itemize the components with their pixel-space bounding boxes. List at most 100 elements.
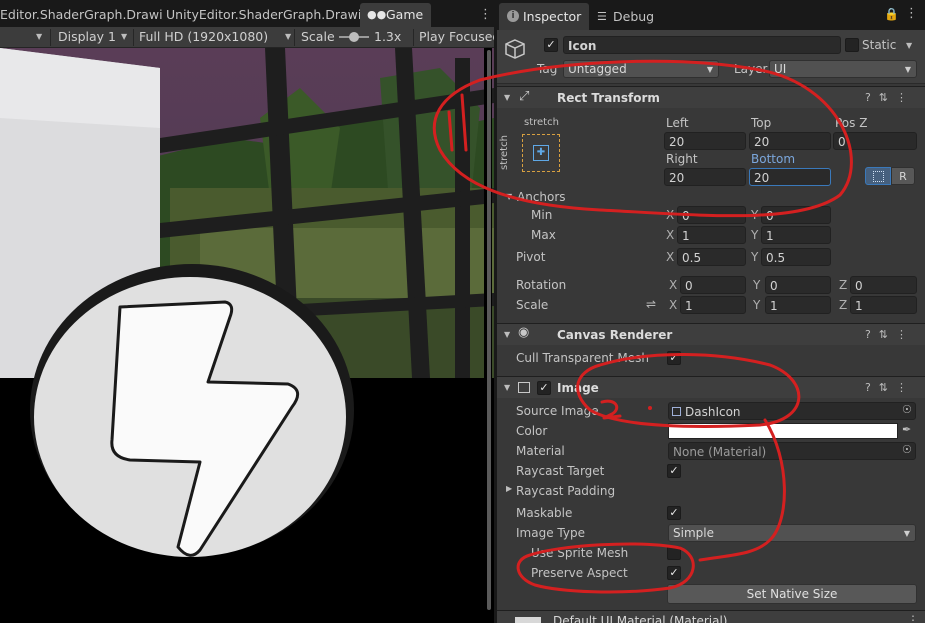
max-x-axis: X (666, 228, 675, 242)
scale-x-field[interactable]: 1 (680, 296, 746, 314)
raycast-padding-label[interactable]: Raycast Padding (516, 482, 615, 500)
top-label: Top (751, 116, 772, 130)
raycast-target-label: Raycast Target (516, 464, 605, 478)
gamepad-icon: ●● (367, 8, 387, 21)
rotation-z-axis: Z (839, 278, 848, 292)
tag-label: Tag (537, 62, 558, 76)
maskable-checkbox[interactable]: ✓ (667, 506, 681, 520)
scale-slider-thumb[interactable] (349, 32, 359, 42)
object-name-field[interactable]: Icon (563, 36, 841, 54)
rotation-y-field[interactable]: 0 (765, 276, 831, 294)
lock-icon[interactable]: 🔒 (884, 7, 899, 21)
foldout-arrow-icon[interactable]: ▼ (504, 324, 510, 346)
scale-slider[interactable] (339, 32, 369, 42)
anchor-preset-button[interactable]: ✚ (522, 134, 560, 172)
min-x-field[interactable]: 0 (677, 206, 746, 224)
use-sprite-mesh-label: Use Sprite Mesh (531, 546, 629, 560)
rotation-label: Rotation (516, 278, 567, 292)
canvas-renderer-title: Canvas Renderer (557, 328, 673, 342)
material-preview-header[interactable]: Default UI Material (Material) ⋮ (497, 610, 925, 623)
color-swatch[interactable] (668, 423, 898, 439)
blueprint-mode-button[interactable] (865, 167, 891, 185)
tag-value: Untagged (568, 62, 627, 76)
right-label: Right (666, 152, 698, 166)
image-icon (518, 382, 530, 393)
material-field[interactable]: None (Material) (668, 442, 916, 460)
chevron-down-icon[interactable]: ▼ (36, 27, 42, 47)
object-picker-icon[interactable]: ☉ (902, 443, 912, 456)
cull-transparent-mesh-checkbox[interactable]: ✓ (667, 351, 681, 365)
set-native-size-button[interactable]: Set Native Size (667, 584, 917, 604)
max-y-field[interactable]: 1 (761, 226, 831, 244)
component-header-icons[interactable]: ?⇅⋮ (865, 87, 915, 109)
layer-label: Layer (734, 62, 768, 76)
scale-z-field[interactable]: 1 (850, 296, 917, 314)
image-type-dropdown[interactable]: Simple ▼ (668, 524, 916, 542)
component-header-icons[interactable]: ?⇅⋮ (865, 377, 915, 399)
top-field[interactable]: 20 (749, 132, 831, 150)
maskable-label: Maskable (516, 506, 573, 520)
rotation-z-field[interactable]: 0 (850, 276, 917, 294)
left-field[interactable]: 20 (664, 132, 746, 150)
foldout-arrow-icon[interactable]: ▼ (504, 377, 510, 399)
left-label: Left (666, 116, 689, 130)
anchors-foldout-icon[interactable]: ▼ (506, 186, 512, 208)
rect-transform-header[interactable]: ▼ ⤢ Rect Transform ?⇅⋮ (497, 86, 925, 108)
raycast-padding-foldout-icon[interactable]: ▶ (506, 478, 512, 500)
rotation-x-field[interactable]: 0 (680, 276, 746, 294)
layer-dropdown[interactable]: UI ▼ (769, 60, 917, 78)
gameobject-header: ✓ Icon Static ▼ Tag Untagged ▼ Layer UI ▼ (497, 30, 925, 84)
inspector-menu-kebab-icon[interactable]: ⋮ (905, 6, 918, 21)
canvas-renderer-header[interactable]: ▼ ◉ Canvas Renderer ?⇅⋮ (497, 323, 925, 345)
raw-edit-button[interactable]: R (891, 167, 915, 185)
chevron-down-icon[interactable]: ▼ (906, 41, 912, 50)
info-icon: i (507, 10, 519, 22)
chevron-down-icon[interactable]: ▼ (285, 27, 291, 47)
tag-dropdown[interactable]: Untagged ▼ (563, 60, 719, 78)
play-focused-dropdown[interactable]: Play Focused (419, 27, 500, 47)
material-menu-kebab-icon[interactable]: ⋮ (907, 613, 919, 623)
static-checkbox[interactable] (845, 38, 859, 52)
pivot-x-field[interactable]: 0.5 (677, 248, 746, 266)
cube-icon (505, 39, 525, 59)
image-component-header[interactable]: ▼ ✓ Image ?⇅⋮ (497, 376, 925, 398)
source-image-field[interactable]: DashIcon (668, 402, 916, 420)
foldout-arrow-icon[interactable]: ▼ (504, 87, 510, 109)
color-label: Color (516, 424, 548, 438)
eyedropper-icon[interactable]: ✒ (902, 423, 911, 436)
constrain-proportions-icon[interactable]: ⇌ (646, 297, 656, 311)
image-enabled-checkbox[interactable]: ✓ (537, 381, 551, 395)
posz-field[interactable]: 0 (833, 132, 917, 150)
resolution-dropdown[interactable]: Full HD (1920x1080) (139, 27, 268, 47)
display-dropdown[interactable]: Display 1 (58, 27, 116, 47)
use-sprite-mesh-checkbox[interactable] (667, 546, 681, 560)
image-title: Image (557, 381, 599, 395)
material-sphere-icon (515, 617, 541, 623)
scale-value: 1.3x (374, 29, 402, 44)
game-view-scrollbar-thumb[interactable] (487, 50, 491, 610)
game-menu-kebab-icon[interactable]: ⋮ (479, 7, 492, 22)
tab-game-label: Game (386, 7, 424, 22)
scale-y-field[interactable]: 1 (765, 296, 831, 314)
tab-debug[interactable]: ☰ Debug (589, 3, 662, 30)
component-header-icons[interactable]: ?⇅⋮ (865, 324, 915, 346)
material-name: Default UI Material (Material) (553, 614, 728, 623)
tab-inspector[interactable]: i Inspector (499, 3, 590, 30)
tab-shadergraph-2[interactable]: UnityEditor.ShaderGraph.Drawi (158, 3, 369, 27)
tab-shadergraph-1[interactable]: Editor.ShaderGraph.Drawi (0, 3, 171, 27)
preserve-aspect-checkbox[interactable]: ✓ (667, 566, 681, 580)
bottom-field[interactable]: 20 (749, 168, 831, 186)
toolbar-separator (294, 29, 295, 46)
anchors-label[interactable]: Anchors (517, 188, 566, 206)
right-field[interactable]: 20 (664, 168, 746, 186)
active-checkbox[interactable]: ✓ (544, 38, 558, 52)
raycast-target-checkbox[interactable]: ✓ (667, 464, 681, 478)
max-x-field[interactable]: 1 (677, 226, 746, 244)
object-picker-icon[interactable]: ☉ (902, 403, 912, 416)
tab-game[interactable]: ●● Game (360, 3, 432, 27)
min-y-field[interactable]: 0 (761, 206, 831, 224)
chevron-down-icon[interactable]: ▼ (121, 27, 127, 47)
image-type-value: Simple (673, 526, 714, 540)
game-view[interactable]: Editor.ShaderGraph.Drawi UnityEditor.Sha… (0, 0, 500, 623)
pivot-y-field[interactable]: 0.5 (761, 248, 831, 266)
